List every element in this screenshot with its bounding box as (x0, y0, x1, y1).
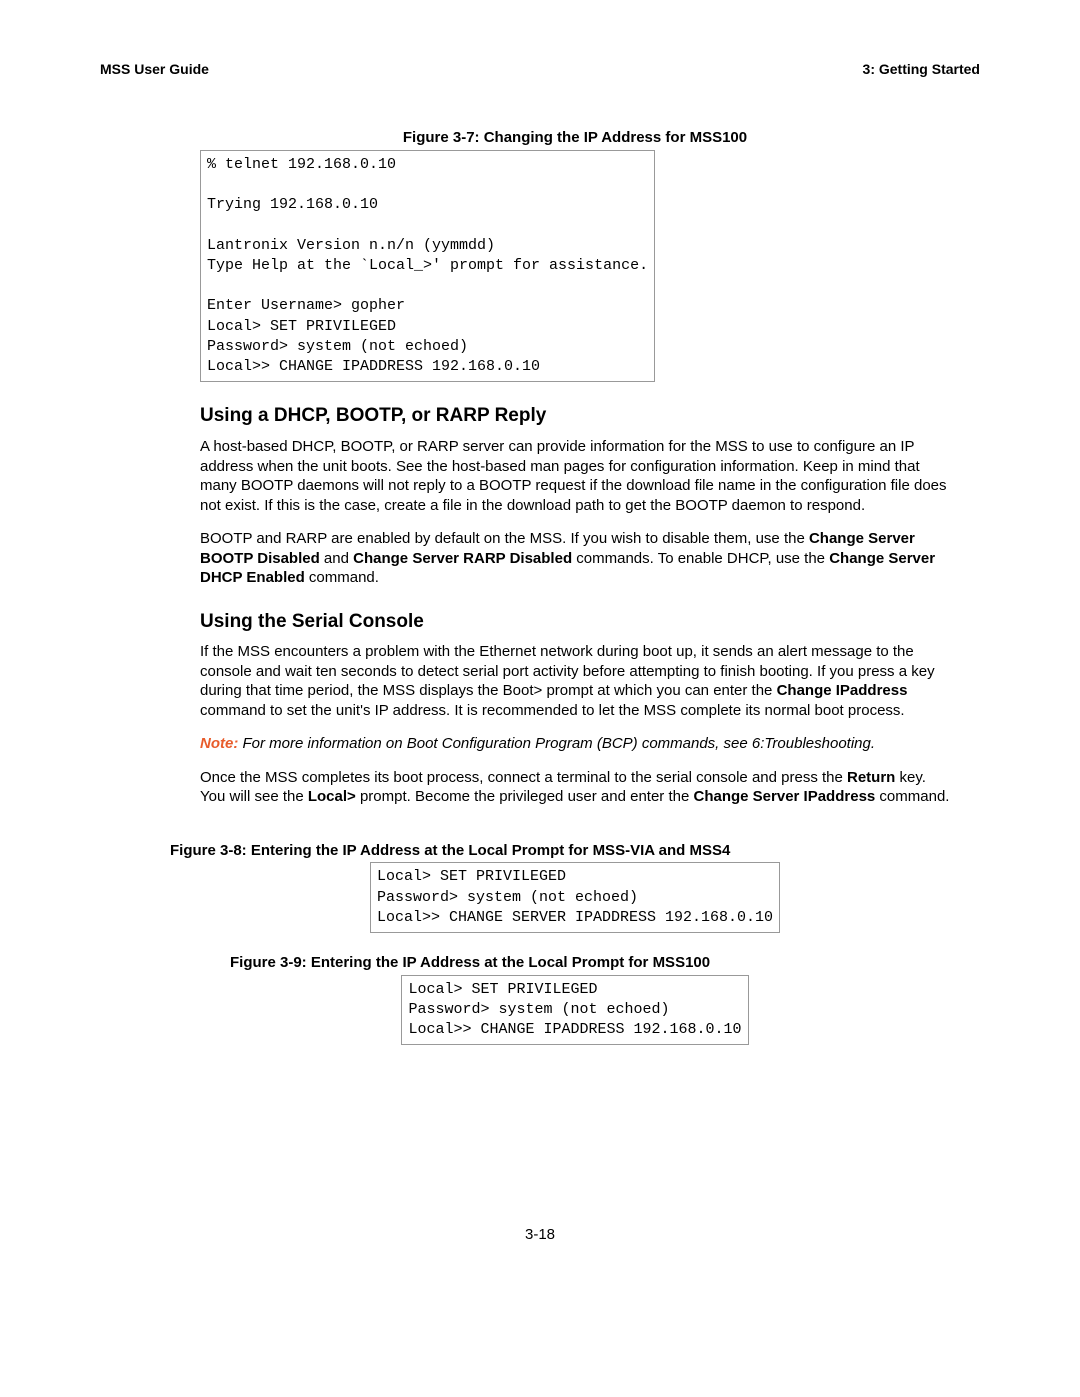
command-change-server-ipaddress: Change Server IPaddress (694, 788, 876, 805)
dhcp-paragraph-2: BOOTP and RARP are enabled by default on… (200, 529, 950, 588)
figure-3-8-title: Figure 3-8: Entering the IP Address at t… (170, 841, 950, 861)
figure-3-9-codewrap: Local> SET PRIVILEGED Password> system (… (200, 975, 950, 1046)
section-serial-heading: Using the Serial Console (200, 610, 950, 635)
text: command. (305, 569, 379, 586)
note-text: For more information on Boot Configurati… (238, 735, 875, 752)
note-label: Note: (200, 735, 238, 752)
text: Once the MSS completes its boot process,… (200, 769, 847, 786)
figure-3-7-codewrap: % telnet 192.168.0.10 Trying 192.168.0.1… (200, 150, 950, 383)
command-change-ipaddress: Change IPaddress (777, 682, 908, 699)
dhcp-paragraph-1: A host-based DHCP, BOOTP, or RARP server… (200, 437, 950, 515)
serial-paragraph-1: If the MSS encounters a problem with the… (200, 642, 950, 720)
text: commands. To enable DHCP, use the (572, 550, 829, 567)
figure-3-8-code: Local> SET PRIVILEGED Password> system (… (370, 862, 780, 933)
figure-3-9-code: Local> SET PRIVILEGED Password> system (… (401, 975, 748, 1046)
prompt-local: Local> (308, 788, 356, 805)
section-dhcp-heading: Using a DHCP, BOOTP, or RARP Reply (200, 404, 950, 429)
text: command. (875, 788, 949, 805)
text: prompt. Become the privileged user and e… (356, 788, 694, 805)
page-content: Figure 3-7: Changing the IP Address for … (200, 128, 950, 1045)
command-rarp-disabled: Change Server RARP Disabled (353, 550, 572, 567)
page-header: MSS User Guide 3: Getting Started (100, 60, 980, 78)
text: and (320, 550, 353, 567)
serial-note: Note: For more information on Boot Confi… (200, 734, 950, 754)
page-number: 3-18 (100, 1225, 980, 1245)
figure-3-8-codewrap: Local> SET PRIVILEGED Password> system (… (200, 862, 950, 933)
figure-3-7-title: Figure 3-7: Changing the IP Address for … (200, 128, 950, 148)
header-left: MSS User Guide (100, 60, 209, 78)
figure-3-7-code: % telnet 192.168.0.10 Trying 192.168.0.1… (200, 150, 655, 383)
serial-paragraph-3: Once the MSS completes its boot process,… (200, 768, 950, 807)
figure-3-9-title: Figure 3-9: Entering the IP Address at t… (230, 953, 950, 973)
key-return: Return (847, 769, 895, 786)
header-right: 3: Getting Started (863, 60, 980, 78)
text: BOOTP and RARP are enabled by default on… (200, 530, 809, 547)
text: command to set the unit's IP address. It… (200, 702, 905, 719)
